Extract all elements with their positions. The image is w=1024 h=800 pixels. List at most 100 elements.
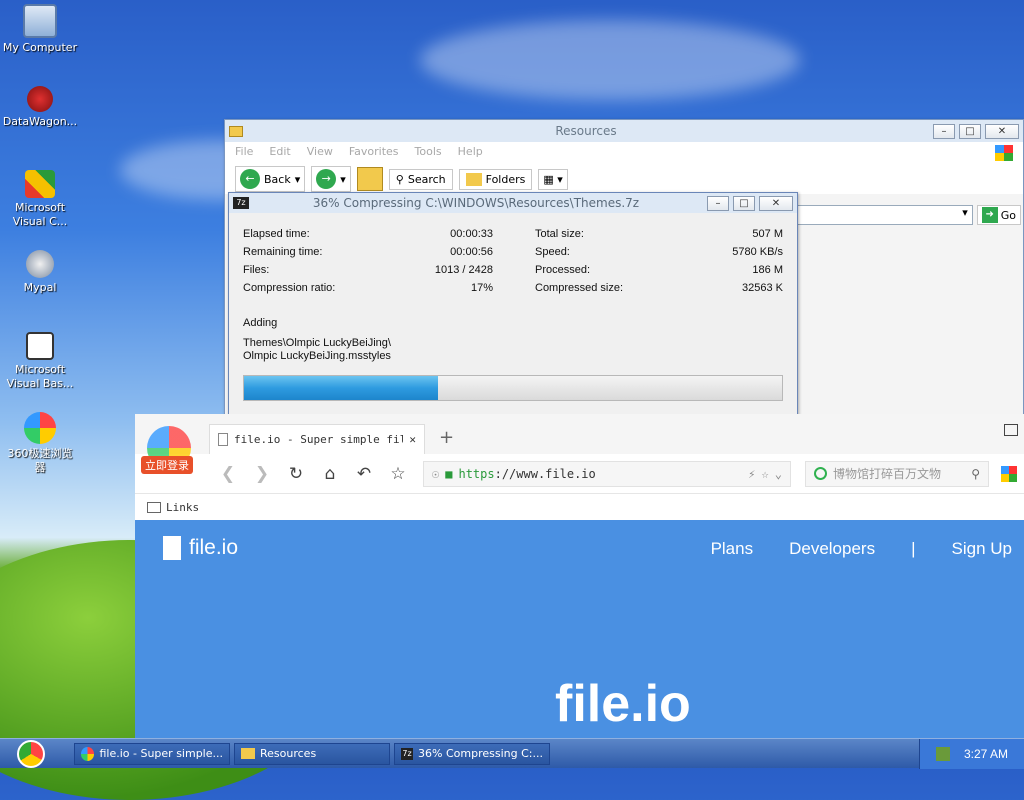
file-icon xyxy=(163,536,181,560)
desktop-icon-datawagon[interactable]: DataWagon... xyxy=(0,86,80,129)
menu-file[interactable]: File xyxy=(235,145,253,161)
desktop-icon-label: 360极速浏览器 xyxy=(7,447,73,474)
maximize-button[interactable]: □ xyxy=(959,123,981,139)
browser-navbar: 立即登录 ❮ ❯ ↻ ⌂ ↶ ☆ ☉ ■ https://www.file.io… xyxy=(135,454,1024,494)
current-path-1: Themes\Olmpic LuckyBeiJing\ xyxy=(243,337,391,349)
desktop-icon-label: Microsoft Visual C... xyxy=(12,201,68,228)
back-button[interactable]: ❮ xyxy=(211,464,245,484)
current-path-2: Olmpic LuckyBeiJing.msstyles xyxy=(243,350,391,362)
dialog-title: 36% Compressing C:\WINDOWS\Resources\The… xyxy=(312,196,640,210)
site-viewport: file.io Plans Developers | Sign Up file.… xyxy=(135,520,1024,738)
clock[interactable]: 3:27 AM xyxy=(964,747,1008,761)
forward-arrow-icon: → xyxy=(316,169,337,189)
search-engine-icon xyxy=(814,467,827,480)
site-logo[interactable]: file.io xyxy=(163,536,238,560)
back-button[interactable]: ← Back ▾ xyxy=(235,166,306,192)
desktop-icon-label: My Computer xyxy=(2,41,78,54)
stat-files: Files: 1013 / 2428 xyxy=(243,264,493,276)
search-button[interactable]: ⚲ Search xyxy=(388,168,453,190)
menu-help[interactable]: Help xyxy=(458,145,483,161)
minimize-button[interactable]: – xyxy=(707,195,729,211)
menu-view[interactable]: View xyxy=(307,145,333,161)
windows-logo-icon xyxy=(995,145,1013,161)
shield-icon: ☉ xyxy=(432,466,440,481)
stat-speed: Speed: 5780 KB/s xyxy=(535,246,783,258)
home-icon[interactable]: ⌂ xyxy=(313,464,347,484)
nav-sign-up[interactable]: Sign Up xyxy=(952,539,1012,559)
chevron-down-icon[interactable]: ⌄ xyxy=(775,467,782,481)
bookmarks-bar: Links xyxy=(135,494,1024,520)
folders-button[interactable]: Folders xyxy=(458,168,533,190)
new-tab-button[interactable]: + xyxy=(439,427,454,448)
login-badge[interactable]: 立即登录 xyxy=(141,456,193,474)
menu-edit[interactable]: Edit xyxy=(269,145,290,161)
bookmark-links[interactable]: Links xyxy=(166,501,199,514)
lock-icon: ■ xyxy=(445,466,453,481)
menu-tools[interactable]: Tools xyxy=(415,145,442,161)
search-icon[interactable]: ⚲ xyxy=(971,467,980,481)
explorer-menubar: File Edit View Favorites Tools Help xyxy=(225,142,1023,164)
task-browser[interactable]: file.io - Super simple... xyxy=(74,742,230,765)
compress-dialog: 7z 36% Compressing C:\WINDOWS\Resources\… xyxy=(228,192,798,418)
browser-tab[interactable]: file.io - Super simple fil ✕ xyxy=(209,424,425,454)
reload-icon[interactable]: ↻ xyxy=(279,464,313,484)
page-icon xyxy=(218,433,228,446)
desktop-icon-visual-basic[interactable]: Microsoft Visual Bas... xyxy=(0,332,80,391)
stat-processed: Processed: 186 M xyxy=(535,264,783,276)
close-button[interactable]: ✕ xyxy=(759,195,793,211)
desktop-icon-label: Microsoft Visual Bas... xyxy=(6,363,74,390)
apps-grid-icon[interactable] xyxy=(1001,465,1017,482)
go-arrow-icon: ➜ xyxy=(981,207,998,223)
forward-button[interactable]: → ▾ xyxy=(311,166,351,192)
stat-remaining: Remaining time: 00:00:56 xyxy=(243,246,493,258)
search-icon: ⚲ xyxy=(395,172,404,186)
views-button[interactable]: ▦ ▾ xyxy=(538,168,568,190)
progress-fill xyxy=(244,376,438,400)
nav-plans[interactable]: Plans xyxy=(711,539,754,559)
stat-total-size: Total size: 507 M xyxy=(535,228,783,240)
stat-elapsed: Elapsed time: 00:00:33 xyxy=(243,228,493,240)
bolt-icon[interactable]: ⚡︎ xyxy=(748,467,755,481)
start-orb-icon xyxy=(17,739,45,768)
maximize-button[interactable]: □ xyxy=(733,195,755,211)
folder-icon xyxy=(241,748,255,759)
progress-bar xyxy=(243,375,783,401)
menu-favorites[interactable]: Favorites xyxy=(349,145,399,161)
desktop-icon-my-computer[interactable]: My Computer xyxy=(0,4,80,55)
minimize-button[interactable]: – xyxy=(933,123,955,139)
task-compress[interactable]: 7z 36% Compressing C:... xyxy=(394,742,550,765)
go-button[interactable]: ➜ Go xyxy=(976,205,1021,225)
forward-button[interactable]: ❯ xyxy=(245,464,279,484)
nav-developers[interactable]: Developers xyxy=(789,539,875,559)
tab-menu-icon[interactable] xyxy=(1004,424,1018,436)
computer-icon xyxy=(23,4,57,38)
browser-window: file.io - Super simple fil ✕ + 立即登录 ❮ ❯ … xyxy=(135,414,1024,738)
network-icon[interactable] xyxy=(935,746,950,761)
desktop-icon-label: Mypal xyxy=(23,281,57,294)
action-label: Adding xyxy=(243,317,278,329)
taskbar: file.io - Super simple... Resources 7z 3… xyxy=(0,738,1024,769)
desktop-icon-mypal[interactable]: Mypal xyxy=(0,250,80,295)
system-tray: 3:27 AM xyxy=(918,738,1024,769)
address-dropdown[interactable]: ▾ xyxy=(797,205,973,225)
address-bar[interactable]: ☉ ■ https://www.file.io ⚡︎ ☆ ⌄ xyxy=(423,460,791,487)
datawagon-icon xyxy=(27,86,53,112)
mypal-icon xyxy=(26,250,54,278)
up-folder-icon[interactable] xyxy=(356,167,383,191)
stat-compressed-size: Compressed size: 32563 K xyxy=(535,282,783,294)
site-nav: Plans Developers | Sign Up xyxy=(711,539,1012,559)
start-button[interactable] xyxy=(0,739,62,769)
star-icon[interactable]: ☆ xyxy=(381,464,415,484)
bookmark-star-icon[interactable]: ☆ xyxy=(762,467,769,481)
close-tab-icon[interactable]: ✕ xyxy=(409,433,416,446)
close-button[interactable]: ✕ xyxy=(985,123,1019,139)
folder-icon xyxy=(229,125,243,137)
undo-icon[interactable]: ↶ xyxy=(347,464,381,484)
search-box[interactable]: 博物馆打碎百万文物 ⚲ xyxy=(805,460,989,487)
desktop-icon-360-browser[interactable]: 360极速浏览器 xyxy=(0,412,80,475)
task-explorer[interactable]: Resources xyxy=(234,742,390,765)
folder-icon xyxy=(147,501,161,513)
browser-tabstrip: file.io - Super simple fil ✕ + xyxy=(135,414,1024,470)
desktop-icon-visual-c[interactable]: Microsoft Visual C... xyxy=(0,170,80,229)
back-arrow-icon: ← xyxy=(240,169,260,189)
